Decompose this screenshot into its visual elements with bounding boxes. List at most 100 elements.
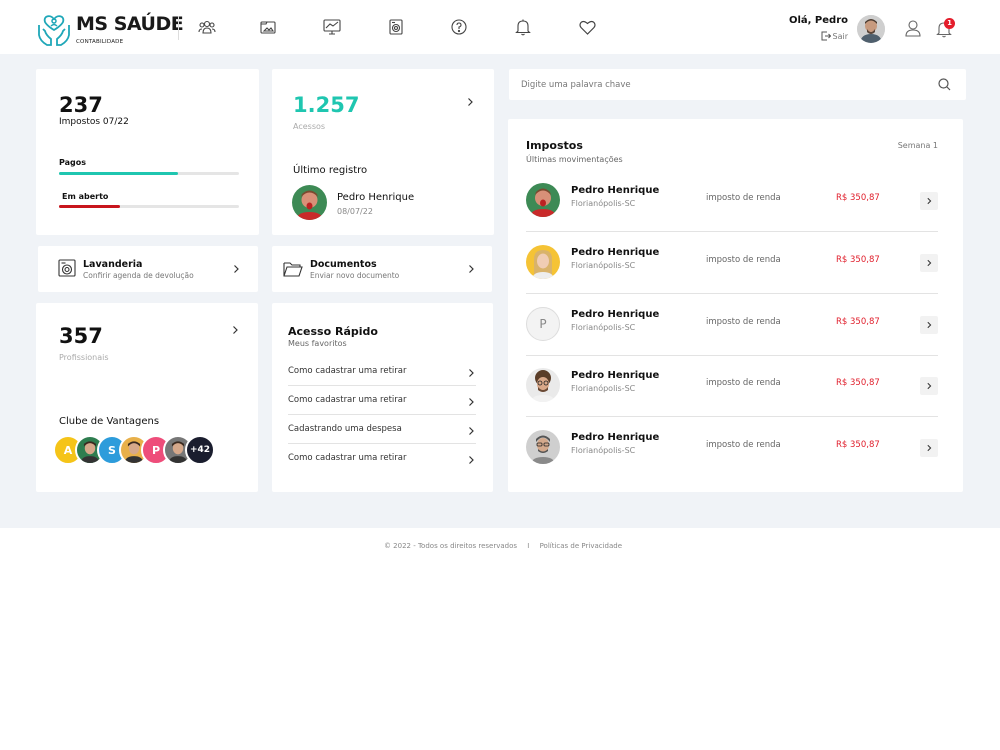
club-member-initial: A [63,443,73,457]
brand-subtitle: CONTABILIDADE [76,39,124,45]
chevron-right-icon [469,265,474,273]
chevron-right-icon [927,259,932,267]
quick-link-item[interactable]: Como cadastrar uma retirar [288,444,476,473]
impostos-count: 237 [59,93,103,117]
monitor-chart-icon[interactable] [322,17,342,37]
club-member-initial: +42 [189,445,211,455]
documentos-title: Documentos [310,259,377,270]
tax-row-city: Florianópolis-SC [571,261,636,270]
chevron-right-icon [469,456,474,464]
user-avatar[interactable] [857,15,885,43]
chevron-right-icon [927,197,932,205]
last-record-avatar[interactable] [292,185,327,220]
acessos-label: Acessos [293,122,326,131]
impostos-summary-card: 237 Impostos 07/22 Pagos Em aberto [36,69,259,235]
paid-progress-bar [59,172,239,175]
tax-row-avatar [526,368,560,402]
people-icon[interactable] [197,17,217,37]
tax-row-name: Pedro Henrique [571,309,660,320]
lavanderia-title: Lavanderia [83,259,143,270]
tax-row[interactable]: Pedro Henrique Florianópolis-SC imposto … [526,232,938,294]
profissionais-card: 357 Profissionais Clube de Vantagens A S P… [36,303,258,492]
quick-link-item[interactable]: Cadastrando uma despesa [288,415,476,444]
logout-button[interactable]: Sair [790,31,848,41]
tax-row-name: Pedro Henrique [571,247,660,258]
week-label: Semana 1 [897,141,938,150]
tax-row-value: R$ 350,87 [836,193,880,203]
heart-icon[interactable] [577,17,597,37]
tax-row-value: R$ 350,87 [836,317,880,327]
documentos-shortcut[interactable]: Documentos Enviar novo documento [272,246,492,292]
chevron-right-icon [927,444,932,452]
chevron-right-icon [927,382,932,390]
tax-row-avatar-initial: P [526,307,560,341]
club-member-initial: S [108,443,116,457]
open-label: Em aberto [62,192,109,201]
row-open-button[interactable] [920,439,938,457]
lavanderia-subtitle: Confirir agenda de devolução [83,271,194,280]
acessos-chevron-right-icon[interactable] [465,97,475,107]
profissionais-chevron-right-icon[interactable] [230,325,240,335]
user-greeting: Olá, Pedro [788,15,848,26]
acessos-count: 1.257 [293,93,360,117]
privacy-policy-link[interactable]: Políticas de Privacidade [540,542,622,550]
club-member-avatar[interactable]: +42 [185,435,215,465]
top-header: MS SAÚDE CONTABILIDADE Olá, Pedro Sair 1 [0,0,1000,54]
washing-machine-icon[interactable] [386,17,406,37]
lavanderia-shortcut[interactable]: Lavanderia Confirir agenda de devolução [38,246,258,292]
tax-row-value: R$ 350,87 [836,378,880,388]
footer-separator: I [527,542,530,550]
tax-row[interactable]: Pedro Henrique Florianópolis-SC imposto … [526,417,938,479]
quick-access-card: Acesso Rápido Meus favoritos Como cadast… [272,303,493,492]
tax-row-type: imposto de renda [706,378,781,388]
tax-row[interactable]: Pedro Henrique Florianópolis-SC imposto … [526,355,938,417]
quick-link-label: Cadastrando uma despesa [288,424,402,434]
taxes-subtitle: Últimas movimentações [526,155,623,164]
tax-row-avatar [526,183,560,217]
tax-row-name: Pedro Henrique [571,432,660,443]
tax-row[interactable]: Pedro Henrique Florianópolis-SC imposto … [526,170,938,232]
brand-title: MS SAÚDE [76,13,184,35]
chevron-right-icon [469,427,474,435]
quick-link-label: Como cadastrar uma retirar [288,395,407,405]
help-icon[interactable] [449,17,469,37]
search-input[interactable] [521,77,921,93]
quick-link-label: Como cadastrar uma retirar [288,366,407,376]
last-record-date: 08/07/22 [337,207,373,216]
tax-row-value: R$ 350,87 [836,255,880,265]
row-open-button[interactable] [920,377,938,395]
tax-row-name: Pedro Henrique [571,185,660,196]
profissionais-label: Profissionais [59,353,109,362]
search-bar [509,69,966,100]
last-record-title: Último registro [293,165,368,176]
tax-row-city: Florianópolis-SC [571,323,636,332]
user-profile-icon[interactable] [904,19,922,37]
quick-link-item[interactable]: Como cadastrar uma retirar [288,357,476,386]
brand-logo[interactable]: MS SAÚDE CONTABILIDADE [36,11,184,47]
tax-row-city: Florianópolis-SC [571,446,636,455]
folder-icon [283,262,303,277]
tax-row[interactable]: P Pedro Henrique Florianópolis-SC impost… [526,294,938,356]
search-icon[interactable] [938,78,951,91]
taxes-list-card: Impostos Últimas movimentações Semana 1 … [508,119,963,492]
bell-icon[interactable] [513,17,533,37]
row-open-button[interactable] [920,316,938,334]
chevron-right-icon [234,265,239,273]
documentos-subtitle: Enviar novo documento [310,271,400,280]
row-open-button[interactable] [920,254,938,272]
tax-row-type: imposto de renda [706,317,781,327]
club-member-initial: P [151,443,161,457]
logout-label: Sair [832,31,849,41]
quick-access-title: Acesso Rápido [288,325,378,338]
chevron-right-icon [469,369,474,377]
folder-image-icon[interactable] [258,17,278,37]
paid-progress-fill [59,172,178,175]
tax-row-city: Florianópolis-SC [571,199,636,208]
logout-icon [821,31,831,41]
tax-row-name: Pedro Henrique [571,370,660,381]
tax-row-type: imposto de renda [706,440,781,450]
hands-heart-logo-icon [38,15,70,46]
row-open-button[interactable] [920,192,938,210]
quick-link-item[interactable]: Como cadastrar uma retirar [288,386,476,415]
club-title: Clube de Vantagens [59,416,160,427]
